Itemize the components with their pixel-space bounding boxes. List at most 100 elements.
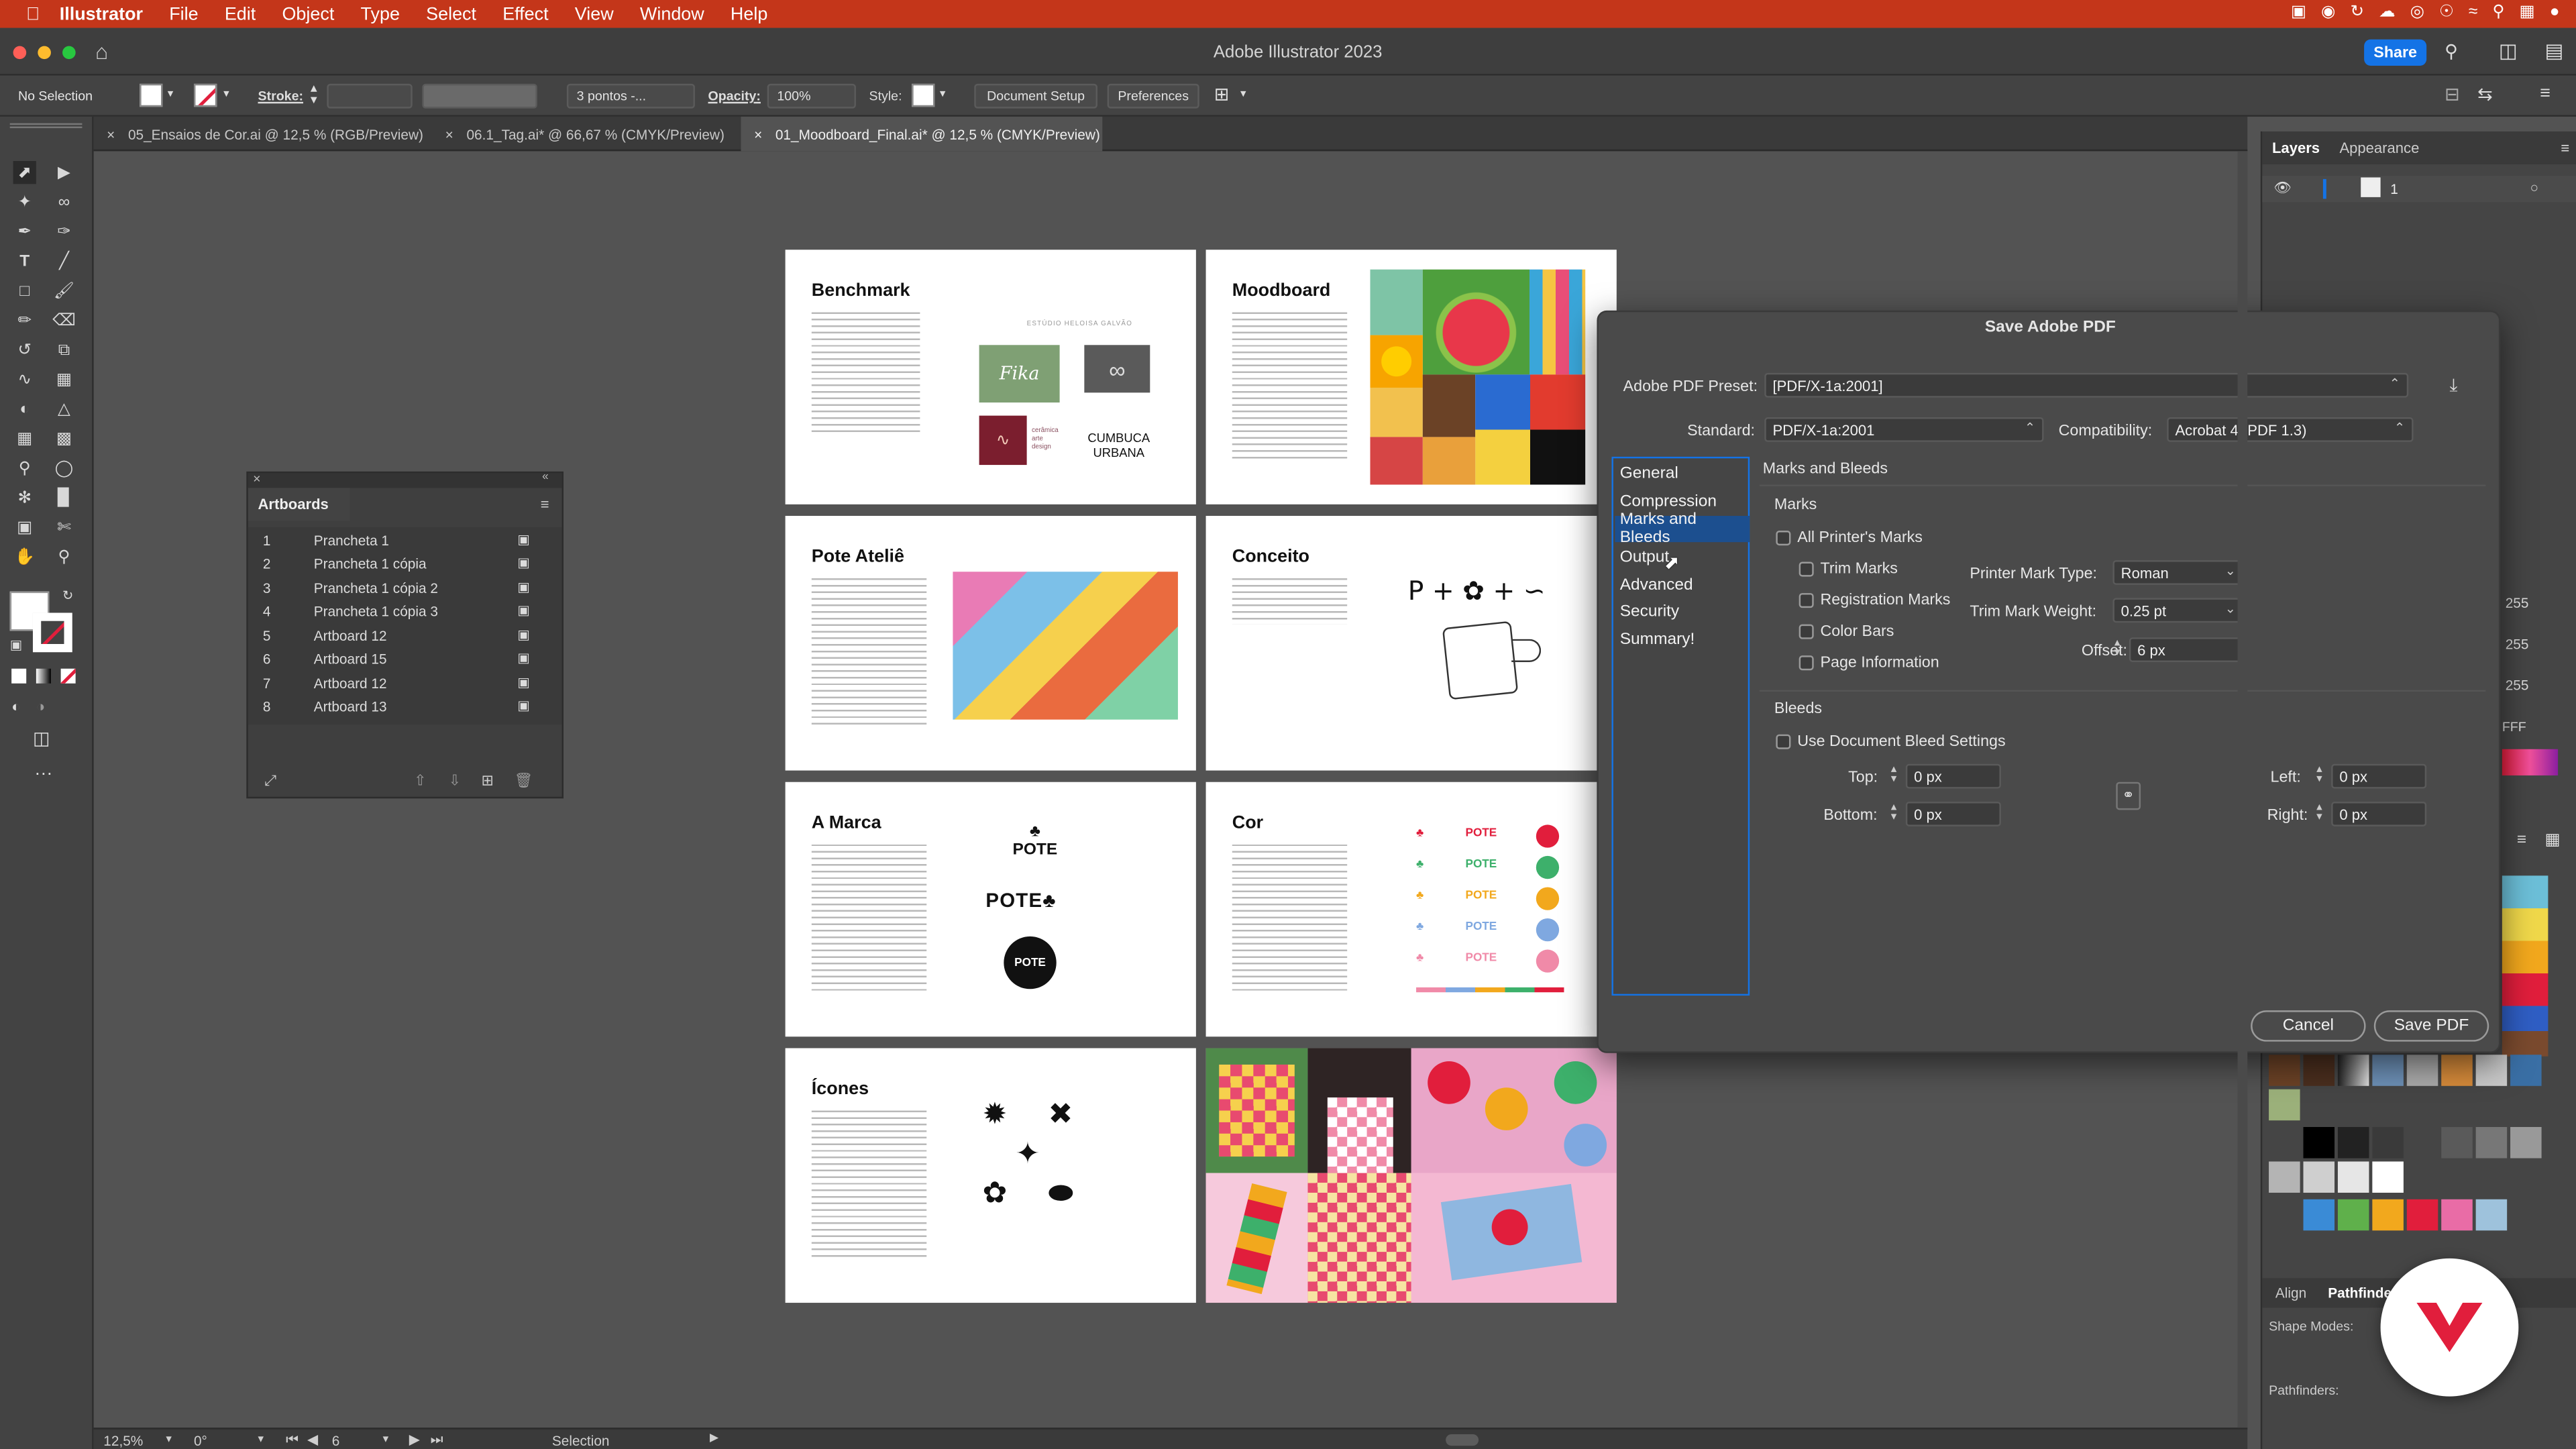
tab-ensaios-de-cor[interactable]: × 05_Ensaios de Cor.ai @ 12,5 % (RGB/Prev… xyxy=(94,117,432,151)
stepper-icon[interactable]: ▴ ▾ xyxy=(1891,802,1897,823)
page-information-checkbox[interactable] xyxy=(1799,655,1814,671)
preferences-button[interactable]: Preferences xyxy=(1107,83,1199,109)
symbol-sprayer-icon[interactable]: ✻ xyxy=(13,486,36,509)
artboard-cor[interactable]: Cor ♣ POTE ♣ POTE ♣ POTE ♣ POTE ♣ POTE xyxy=(1205,782,1597,1037)
warp-tool-icon[interactable]: ∿ xyxy=(13,368,36,391)
share-button[interactable]: Share xyxy=(2364,39,2427,66)
draw-inside-icon[interactable]: ◑ xyxy=(36,698,45,714)
swatch[interactable] xyxy=(2441,1199,2473,1231)
style-swatch[interactable] xyxy=(912,83,935,107)
sync-icon[interactable]: ↻ xyxy=(2350,3,2364,21)
collapse-icon[interactable]: « xyxy=(542,472,549,483)
rearrange-icon[interactable]: ⤢ xyxy=(264,771,276,790)
draw-mode-icon[interactable]: ◐ xyxy=(11,698,20,714)
grid-view-icon[interactable]: ▦ xyxy=(2545,831,2561,849)
swatch[interactable] xyxy=(2303,1199,2335,1231)
swap-colors-icon[interactable]: ↻ xyxy=(62,588,73,603)
workspace-icon[interactable]: ▤ xyxy=(2545,40,2564,62)
bleed-right-input[interactable]: 0 px xyxy=(2331,802,2427,826)
menu-edit[interactable]: Edit xyxy=(225,4,256,23)
chevron-down-icon[interactable]: ▾ xyxy=(258,1433,264,1446)
mesh-tool-icon[interactable]: ▦ xyxy=(13,427,36,450)
free-transform-icon[interactable]: ▦ xyxy=(52,368,75,391)
column-graph-icon[interactable]: ▉ xyxy=(52,486,75,509)
siri-icon[interactable]: ● xyxy=(2550,3,2560,21)
scroll-thumb[interactable] xyxy=(1446,1434,1479,1446)
zoom-tool-icon[interactable]: ⚲ xyxy=(52,545,75,568)
chevron-down-icon[interactable]: ▾ xyxy=(940,87,946,100)
artboard-options-icon[interactable]: ▣ xyxy=(517,628,530,643)
move-up-icon[interactable]: ⇧ xyxy=(414,771,426,790)
artboard-a-marca[interactable]: A Marca ♣ POTE POTE♣ POTE xyxy=(785,782,1196,1037)
swatch[interactable] xyxy=(2372,1161,2404,1193)
preset-select[interactable]: [PDF/X-1a:2001] ⌃ xyxy=(1764,372,2409,398)
stepper-icon[interactable]: ▴ ▾ xyxy=(311,81,317,106)
use-document-bleed-checkbox[interactable] xyxy=(1776,734,1791,749)
close-icon[interactable]: × xyxy=(754,125,762,142)
tab-moodboard-final[interactable]: × 01_Moodboard_Final.ai* @ 12,5 % (CMYK/P… xyxy=(741,116,1103,152)
slice-tool-icon[interactable]: ✄ xyxy=(52,516,75,539)
close-icon[interactable]: × xyxy=(445,125,453,142)
list-item[interactable]: 6 Artboard 15 ▣ xyxy=(255,651,551,674)
type-tool-icon[interactable]: T xyxy=(13,250,36,272)
status-arrow-icon[interactable]: ▶ xyxy=(710,1431,718,1444)
brand-badge[interactable] xyxy=(2380,1258,2519,1397)
swatch[interactable] xyxy=(2269,1055,2300,1086)
gradient-mode-icon[interactable] xyxy=(36,668,51,684)
artboard-benchmark[interactable]: Benchmark ESTÚDIO HELOISA GALVÃO Fika ∞ … xyxy=(785,250,1196,504)
red-value[interactable]: 255 xyxy=(2506,583,2529,624)
paintbrush-icon[interactable]: 🖌 xyxy=(52,279,75,302)
list-item[interactable]: 2 Prancheta 1 cópia ▣ xyxy=(255,555,551,578)
chevron-down-icon[interactable]: ▾ xyxy=(168,87,174,100)
trim-mark-weight-select[interactable]: 0.25 pt ⌄ xyxy=(2112,598,2245,623)
globe-icon[interactable]: ◎ xyxy=(2410,3,2424,21)
opacity-input[interactable]: 100% xyxy=(767,83,856,109)
vertical-scrollbar[interactable] xyxy=(2237,151,2248,1428)
shape-builder-icon[interactable]: ◐ xyxy=(13,398,36,421)
printer-mark-type-select[interactable]: Roman ⌄ xyxy=(2112,560,2245,585)
blend-tool-icon[interactable]: ◯ xyxy=(52,457,75,480)
artboard-number[interactable]: 6 xyxy=(332,1433,340,1449)
swatch[interactable] xyxy=(2269,1161,2300,1193)
default-colors-icon[interactable]: ▣ xyxy=(10,637,23,652)
eraser-icon[interactable]: ⌫ xyxy=(52,309,76,331)
artboard-tool-icon[interactable]: ▣ xyxy=(13,516,36,539)
compatibility-select[interactable]: Acrobat 4 (PDF 1.3) ⌃ xyxy=(2167,417,2414,442)
offset-input[interactable]: 6 px xyxy=(2129,637,2245,662)
eye-icon[interactable]: 👁 xyxy=(2273,179,2291,197)
tab-tag[interactable]: × 06.1_Tag.ai* @ 66,67 % (CMYK/Preview) xyxy=(432,117,741,151)
chevron-down-icon[interactable]: ▾ xyxy=(1240,87,1246,100)
panel-menu-icon[interactable]: ≡ xyxy=(2540,84,2551,103)
rotate-tool-icon[interactable]: ↺ xyxy=(13,338,36,361)
curvature-tool-icon[interactable]: ✑ xyxy=(52,220,75,243)
rectangle-tool-icon[interactable]: □ xyxy=(13,279,36,302)
cc-icon[interactable]: ◉ xyxy=(2321,3,2335,21)
list-item[interactable]: 4 Prancheta 1 cópia 3 ▣ xyxy=(255,603,551,626)
green-value[interactable]: 255 xyxy=(2506,625,2529,665)
bleed-left-input[interactable]: 0 px xyxy=(2331,763,2427,789)
menu-app-name[interactable]: Illustrator xyxy=(60,4,143,23)
airdrop-icon[interactable]: ☉ xyxy=(2439,3,2454,21)
chevron-down-icon[interactable]: ▾ xyxy=(383,1433,389,1446)
close-icon[interactable]: × xyxy=(107,125,115,142)
cancel-button[interactable]: Cancel xyxy=(2251,1010,2366,1042)
list-item[interactable]: 7 Artboard 12 ▣ xyxy=(255,676,551,698)
move-down-icon[interactable]: ⇩ xyxy=(449,771,461,790)
menu-select[interactable]: Select xyxy=(426,4,476,23)
artboard-conceito[interactable]: Conceito P + ✿ + ∽ xyxy=(1205,515,1597,771)
adobe-icon[interactable]: ▣ xyxy=(2291,3,2306,21)
chevron-down-icon[interactable]: ▾ xyxy=(223,87,229,100)
swatch[interactable] xyxy=(2406,1055,2438,1086)
menu-effect[interactable]: Effect xyxy=(502,4,548,23)
shaper-tool-icon[interactable]: ✏ xyxy=(13,309,36,331)
align-panel-icon[interactable]: ⊟ xyxy=(2445,84,2460,105)
cloud-icon[interactable]: ☁ xyxy=(2379,3,2395,21)
nav-general[interactable]: General xyxy=(1615,460,1750,486)
menu-window[interactable]: Window xyxy=(640,4,704,23)
menu-help[interactable]: Help xyxy=(731,4,767,23)
save-pdf-button[interactable]: Save PDF xyxy=(2373,1010,2489,1042)
list-item[interactable]: 1 Prancheta 1 ▣ xyxy=(255,532,551,555)
nav-summary[interactable]: Summary! xyxy=(1615,626,1750,652)
artboard-options-icon[interactable]: ▣ xyxy=(517,651,530,665)
swatch[interactable] xyxy=(2441,1055,2473,1086)
